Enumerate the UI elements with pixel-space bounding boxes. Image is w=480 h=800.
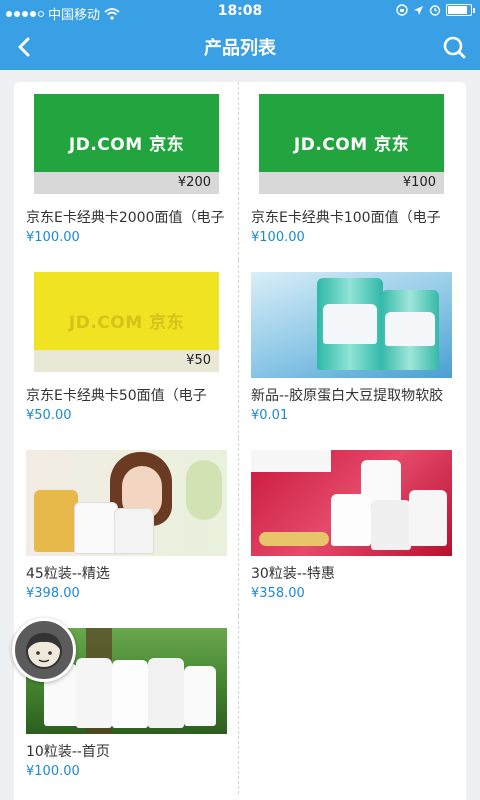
gift-card-image: JD.COM 京东 ¥200	[26, 94, 227, 200]
card-amount: ¥50	[186, 353, 211, 368]
battery-icon	[446, 4, 475, 16]
card-logo: JD.COM 京东	[293, 135, 410, 155]
gift-card-image: JD.COM 京东 ¥100	[251, 94, 452, 200]
product-card[interactable]: 45粒装--精选 ¥398.00	[14, 438, 239, 616]
search-icon	[443, 36, 466, 59]
nav-bar: 产品列表	[0, 24, 480, 70]
product-price: ¥100.00	[251, 230, 305, 245]
product-card[interactable]: JD.COM 京东 ¥200 京东E卡经典卡2000面值（电子 ¥100.00	[14, 82, 239, 260]
status-bar: 中国移动 18:08	[0, 0, 480, 24]
model-with-supplements-photo	[26, 450, 227, 556]
product-price: ¥398.00	[26, 586, 80, 601]
product-card[interactable]: JD.COM 京东 ¥50 京东E卡经典卡50面值（电子 ¥50.00	[14, 260, 239, 438]
product-image	[26, 450, 227, 556]
product-name: 10粒装--首页	[26, 744, 110, 760]
location-icon	[414, 5, 423, 15]
product-card[interactable]: JD.COM 京东 ¥100 京东E卡经典卡100面值（电子 ¥100.00	[239, 82, 464, 260]
product-image: JD.COM 京东 ¥200	[26, 94, 227, 200]
product-name: 京东E卡经典卡100面值（电子	[251, 210, 441, 226]
product-list: JD.COM 京东 ¥200 京东E卡经典卡2000面值（电子 ¥100.00 …	[14, 82, 466, 800]
card-logo: JD.COM 京东	[68, 135, 185, 155]
supplement-bottles-photo	[251, 272, 452, 378]
product-price: ¥100.00	[26, 230, 80, 245]
product-price: ¥358.00	[251, 586, 305, 601]
product-price: ¥0.01	[251, 408, 289, 423]
product-name: 京东E卡经典卡50面值（电子	[26, 388, 207, 404]
product-price: ¥100.00	[26, 764, 80, 779]
alarm-icon	[429, 5, 441, 16]
product-price: ¥50.00	[26, 408, 72, 423]
product-image	[251, 450, 452, 556]
supplement-promo-photo	[251, 450, 452, 556]
product-image: JD.COM 京东 ¥100	[251, 94, 452, 200]
customer-service-button[interactable]	[12, 618, 76, 682]
product-image: JD.COM 京东 ¥50	[26, 272, 227, 378]
card-amount: ¥100	[402, 175, 436, 190]
orientation-lock-icon	[396, 4, 408, 16]
product-name: 京东E卡经典卡2000面值（电子	[26, 210, 225, 226]
product-card[interactable]: 30粒装--特惠 ¥358.00	[239, 438, 464, 616]
product-name: 新品--胶原蛋白大豆提取物软胶	[251, 388, 444, 404]
product-name: 30粒装--特惠	[251, 566, 335, 582]
search-button[interactable]	[438, 32, 470, 62]
avatar-icon	[26, 633, 62, 669]
gift-card-image: JD.COM 京东 ¥50	[26, 272, 227, 378]
card-logo: JD.COM 京东	[68, 313, 185, 333]
page-title: 产品列表	[204, 38, 276, 59]
product-name: 45粒装--精选	[26, 566, 110, 582]
product-card[interactable]: 新品--胶原蛋白大豆提取物软胶 ¥0.01	[239, 260, 464, 438]
card-amount: ¥200	[177, 175, 211, 190]
product-image	[251, 272, 452, 378]
